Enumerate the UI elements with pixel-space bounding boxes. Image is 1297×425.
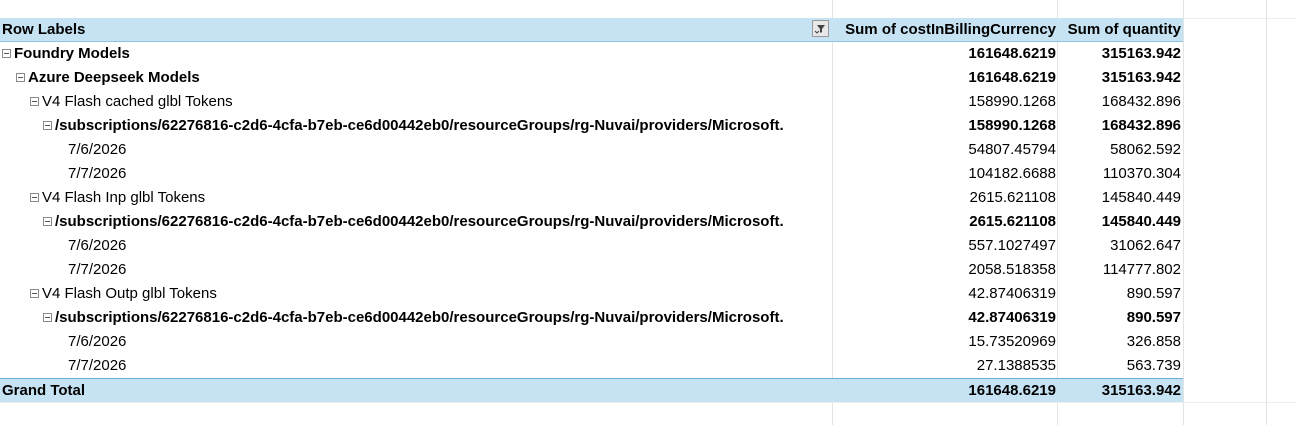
collapse-toggle-icon[interactable] <box>30 96 39 106</box>
collapse-toggle-icon[interactable] <box>30 288 39 298</box>
cost-cell[interactable]: 42.87406319 <box>834 306 1056 330</box>
cost-cell[interactable]: 15.73520969 <box>834 330 1056 354</box>
pivot-row: V4 Flash Inp glbl Tokens 2615.621108 14584… <box>0 186 1183 210</box>
row-label-text: V4 Flash Outp glbl Tokens <box>42 285 217 302</box>
quantity-cell[interactable]: 326.858 <box>1058 330 1181 354</box>
gridline <box>1183 0 1184 425</box>
quantity-cell[interactable]: 145840.449 <box>1058 186 1181 210</box>
row-label-cell[interactable]: 7/6/2026 <box>0 234 900 258</box>
row-labels-header[interactable]: Row Labels <box>0 18 834 42</box>
quantity-cell[interactable]: 315163.942 <box>1058 42 1181 66</box>
pivot-header-row: Row Labels Sum of costInBillingCurrency … <box>0 18 1183 42</box>
grand-total-quantity[interactable]: 315163.942 <box>1058 379 1181 403</box>
row-label-cell[interactable]: /subscriptions/62276816-c2d6-4cfa-b7eb-c… <box>0 114 875 138</box>
collapse-toggle-icon[interactable] <box>30 192 39 202</box>
quantity-cell[interactable]: 168432.896 <box>1058 114 1181 138</box>
row-label-text: Azure Deepseek Models <box>28 69 200 86</box>
pivot-row: Foundry Models 161648.6219 315163.942 <box>0 42 1183 66</box>
row-label-text: Foundry Models <box>14 45 130 62</box>
cost-cell[interactable]: 161648.6219 <box>834 66 1056 90</box>
gridline <box>1266 0 1267 425</box>
collapse-toggle-icon[interactable] <box>43 120 52 130</box>
quantity-cell[interactable]: 114777.802 <box>1058 258 1181 282</box>
row-label-cell[interactable]: 7/7/2026 <box>0 162 900 186</box>
pivot-row: 7/7/2026 27.1388535 563.739 <box>0 354 1183 378</box>
quantity-cell[interactable]: 890.597 <box>1058 282 1181 306</box>
cost-column-header[interactable]: Sum of costInBillingCurrency <box>834 18 1056 42</box>
pivot-table: Row Labels Sum of costInBillingCurrency … <box>0 18 1183 402</box>
cost-cell[interactable]: 2615.621108 <box>834 186 1056 210</box>
grand-total-cost[interactable]: 161648.6219 <box>834 379 1056 403</box>
cost-cell[interactable]: 2058.518358 <box>834 258 1056 282</box>
pivot-row: 7/6/2026 557.1027497 31062.647 <box>0 234 1183 258</box>
row-label-text: 7/7/2026 <box>68 357 127 374</box>
row-label-cell[interactable]: Foundry Models <box>0 42 834 66</box>
quantity-cell[interactable]: 31062.647 <box>1058 234 1181 258</box>
grand-total-row: Grand Total 161648.6219 315163.942 <box>0 378 1183 402</box>
row-label-cell[interactable]: 7/7/2026 <box>0 354 900 378</box>
row-label-text: 7/6/2026 <box>68 333 127 350</box>
quantity-cell[interactable]: 890.597 <box>1058 306 1181 330</box>
filter-dropdown-icon[interactable] <box>812 20 829 37</box>
cost-cell[interactable]: 104182.6688 <box>834 162 1056 186</box>
pivot-row: 7/7/2026 104182.6688 110370.304 <box>0 162 1183 186</box>
pivot-row: /subscriptions/62276816-c2d6-4cfa-b7eb-c… <box>0 210 1183 234</box>
row-label-cell[interactable]: 7/7/2026 <box>0 258 900 282</box>
pivot-row: 7/6/2026 54807.45794 58062.592 <box>0 138 1183 162</box>
collapse-toggle-icon[interactable] <box>16 72 25 82</box>
pivot-row: 7/7/2026 2058.518358 114777.802 <box>0 258 1183 282</box>
row-label-text: 7/6/2026 <box>68 237 127 254</box>
cost-cell[interactable]: 2615.621108 <box>834 210 1056 234</box>
quantity-column-header[interactable]: Sum of quantity <box>1058 18 1181 42</box>
row-label-text: V4 Flash cached glbl Tokens <box>42 93 233 110</box>
cost-cell[interactable]: 557.1027497 <box>834 234 1056 258</box>
cost-cell[interactable]: 158990.1268 <box>834 114 1056 138</box>
collapse-toggle-icon[interactable] <box>2 48 11 58</box>
cost-cell[interactable]: 27.1388535 <box>834 354 1056 378</box>
cost-cell[interactable]: 161648.6219 <box>834 42 1056 66</box>
row-label-text: 7/7/2026 <box>68 165 127 182</box>
collapse-toggle-icon[interactable] <box>43 216 52 226</box>
quantity-cell[interactable]: 168432.896 <box>1058 90 1181 114</box>
quantity-cell[interactable]: 145840.449 <box>1058 210 1181 234</box>
pivot-row: V4 Flash Outp glbl Tokens 42.87406319 890.… <box>0 282 1183 306</box>
cost-cell[interactable]: 158990.1268 <box>834 90 1056 114</box>
pivot-row: Azure Deepseek Models 161648.6219 315163.9… <box>0 66 1183 90</box>
row-label-cell[interactable]: V4 Flash Outp glbl Tokens <box>0 282 862 306</box>
row-label-text: 7/7/2026 <box>68 261 127 278</box>
quantity-cell[interactable]: 315163.942 <box>1058 66 1181 90</box>
cost-cell[interactable]: 54807.45794 <box>834 138 1056 162</box>
cost-cell[interactable]: 42.87406319 <box>834 282 1056 306</box>
quantity-cell[interactable]: 110370.304 <box>1058 162 1181 186</box>
row-label-cell[interactable]: /subscriptions/62276816-c2d6-4cfa-b7eb-c… <box>0 306 875 330</box>
collapse-toggle-icon[interactable] <box>43 312 52 322</box>
row-label-cell[interactable]: V4 Flash cached glbl Tokens <box>0 90 862 114</box>
pivot-row: /subscriptions/62276816-c2d6-4cfa-b7eb-c… <box>0 114 1183 138</box>
quantity-cell[interactable]: 58062.592 <box>1058 138 1181 162</box>
row-label-cell[interactable]: 7/6/2026 <box>0 330 900 354</box>
quantity-cell[interactable]: 563.739 <box>1058 354 1181 378</box>
row-label-text: /subscriptions/62276816-c2d6-4cfa-b7eb-c… <box>55 309 784 326</box>
pivot-row: 7/6/2026 15.73520969 326.858 <box>0 330 1183 354</box>
row-label-cell[interactable]: Azure Deepseek Models <box>0 66 848 90</box>
row-label-text: V4 Flash Inp glbl Tokens <box>42 189 206 206</box>
row-label-cell[interactable]: 7/6/2026 <box>0 138 900 162</box>
row-label-text: /subscriptions/62276816-c2d6-4cfa-b7eb-c… <box>55 213 784 230</box>
row-label-text: /subscriptions/62276816-c2d6-4cfa-b7eb-c… <box>55 117 784 134</box>
grand-total-label[interactable]: Grand Total <box>0 379 834 403</box>
row-label-text: 7/6/2026 <box>68 141 127 158</box>
row-label-cell[interactable]: /subscriptions/62276816-c2d6-4cfa-b7eb-c… <box>0 210 875 234</box>
pivot-row: V4 Flash cached glbl Tokens 158990.1268 16… <box>0 90 1183 114</box>
pivot-row: /subscriptions/62276816-c2d6-4cfa-b7eb-c… <box>0 306 1183 330</box>
row-label-cell[interactable]: V4 Flash Inp glbl Tokens <box>0 186 862 210</box>
